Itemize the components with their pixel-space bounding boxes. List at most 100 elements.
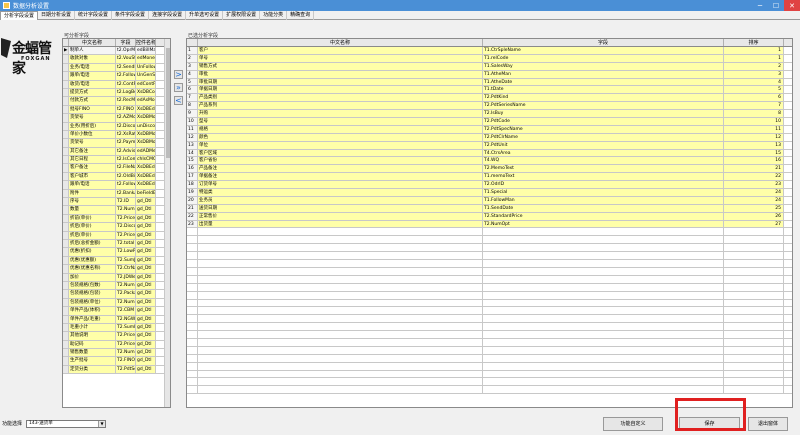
cell-control[interactable]: XsDBMoney <box>136 114 156 122</box>
table-row[interactable]: 8 产品系列 T2.PdtSeriesName 7 <box>187 102 792 111</box>
cell-field[interactable]: t2.XsRate <box>116 130 136 139</box>
cell-field[interactable]: t2.BankAddr <box>116 189 136 198</box>
table-row[interactable] <box>187 354 792 363</box>
table-row[interactable]: ▶制单人t2.OprManedBillMan <box>63 47 170 56</box>
table-row[interactable]: 折后(单价)T2.PriceDisgd_Dtl <box>63 231 170 240</box>
cell-field[interactable]: T2.NumReq <box>116 349 136 357</box>
cell-field[interactable]: T1.AtheDate <box>483 78 724 86</box>
table-row[interactable]: 单件产品(体积) T2.CBM gd_Dtl <box>63 307 170 316</box>
cell-control[interactable]: edAsMone <box>136 97 156 105</box>
cell-field[interactable]: t2.LogBookId <box>116 88 136 97</box>
cell-field[interactable]: T2.LowPrice <box>116 248 136 256</box>
maximize-button[interactable]: ☐ <box>768 0 784 11</box>
cell-cname[interactable]: 优惠(折扣) <box>69 248 116 256</box>
cell-order[interactable]: 16 <box>724 157 784 165</box>
table-row[interactable]: 5 审批日期 T1.AtheDate 4 <box>187 78 792 87</box>
cell-cname[interactable]: 送货日期 <box>198 204 483 212</box>
table-row[interactable] <box>187 267 792 276</box>
cell-control[interactable]: gd_Dtl <box>136 239 156 248</box>
cell-cname[interactable]: 客户城市 <box>69 172 116 181</box>
cell-cname[interactable]: 跟单/电话 <box>69 72 116 80</box>
cell-control[interactable]: gd_Dtl <box>136 357 156 365</box>
cell-cname[interactable]: 附件 <box>69 189 116 198</box>
table-row[interactable]: 收款对象t2.VouStateedMoneyObj <box>63 55 170 64</box>
cell-control[interactable]: edMoneyObj <box>136 55 156 63</box>
cell-cname[interactable] <box>198 236 483 244</box>
function-select[interactable]: 143-送货单 ▼ <box>26 420 106 428</box>
cell-order[interactable]: 24 <box>724 196 784 204</box>
cell-field[interactable]: T2.MemoText <box>483 165 724 173</box>
table-row[interactable] <box>187 386 792 395</box>
table-row[interactable]: 其他说明T2.PriceMemgd_Dtl <box>63 332 170 341</box>
table-row[interactable]: 1 客户 T1.CtrSpleName 1 <box>187 47 792 55</box>
cell-field[interactable]: T2.Price <box>116 214 136 223</box>
cell-field[interactable] <box>483 323 724 331</box>
cell-control[interactable]: XsDBEdit1 <box>136 181 156 189</box>
minimize-button[interactable]: ─ <box>752 0 768 11</box>
cell-cname[interactable]: 优惠(优惠名称) <box>69 265 116 273</box>
cell-order[interactable]: 5 <box>724 86 784 94</box>
cell-field[interactable]: T1.FollowMan <box>483 196 724 204</box>
table-row[interactable]: 21 送货日期 T1.SendDate 25 <box>187 204 792 213</box>
cell-field[interactable]: T2.PdtSort <box>116 365 136 374</box>
cell-cname[interactable]: 货架号 <box>69 114 116 122</box>
cell-field[interactable]: T2.NumPacks <box>116 298 136 307</box>
tab-stat-settings[interactable]: 统计字段设置 <box>75 11 113 20</box>
cell-cname[interactable]: 单价小数位 <box>69 130 116 139</box>
cell-field[interactable]: t2.AZMoney <box>116 114 136 122</box>
table-row[interactable]: 6 单据日期 T1.tDate 5 <box>187 86 792 95</box>
cell-field[interactable] <box>483 378 724 386</box>
cell-cname[interactable]: 单据日期 <box>198 86 483 94</box>
table-row[interactable]: 18 订货单号 T2.OdrID 23 <box>187 181 792 190</box>
table-row[interactable]: 单价小数位t2.XsRateXsDBMoney <box>63 130 170 140</box>
table-row[interactable]: 折前(单价) T2.Price gd_Dtl <box>63 214 170 224</box>
cell-field[interactable]: T2.IsBuy <box>483 110 724 118</box>
cell-field[interactable]: T2.CBM <box>116 307 136 315</box>
table-row[interactable]: 提货方式t2.LogBookIdXsDBCombo <box>63 88 170 98</box>
table-row[interactable]: 7 产品类别 T2.PdtKind 6 <box>187 94 792 103</box>
cell-cname[interactable]: 客户备注 <box>69 164 116 172</box>
cell-field[interactable]: T2.PdtUnit <box>483 141 724 149</box>
table-row[interactable]: 折后(总折金额) T2.total gd_Dtl <box>63 239 170 249</box>
cell-cname[interactable] <box>198 338 483 346</box>
cell-cname[interactable]: 产品类别 <box>198 94 483 102</box>
available-fields-scrollbar[interactable] <box>164 39 170 407</box>
cell-cname[interactable]: 助记码 <box>69 340 116 349</box>
tab-date-settings[interactable]: 日期分析设置 <box>38 11 76 20</box>
tab-condition-settings[interactable]: 条件字段设置 <box>112 11 150 20</box>
cell-cname[interactable]: 折前(单价) <box>69 214 116 223</box>
cell-control[interactable]: gd_Dtl <box>136 349 156 357</box>
cell-order[interactable]: 8 <box>724 110 784 118</box>
table-row[interactable]: 包装规格(包装)T2.PackageTgd_Dtl <box>63 290 170 299</box>
cell-field[interactable]: t2.RecMoney <box>116 97 136 105</box>
cell-cname[interactable]: 定货分类 <box>69 365 116 374</box>
tab-field-settings[interactable]: 分析字段设置 <box>0 11 39 20</box>
cell-cname[interactable]: 制单人 <box>69 47 116 55</box>
cell-order[interactable] <box>724 267 784 275</box>
table-row[interactable] <box>187 299 792 308</box>
cell-control[interactable]: gd_Dtl <box>136 281 156 290</box>
cell-cname[interactable] <box>198 362 483 370</box>
cell-field[interactable]: t2.Advising <box>116 147 136 156</box>
cell-order[interactable] <box>724 386 784 394</box>
cell-order[interactable] <box>724 346 784 354</box>
cell-control[interactable]: edBillMan <box>136 47 156 55</box>
cell-field[interactable]: t2.VouState <box>116 55 136 63</box>
table-row[interactable] <box>187 338 792 347</box>
cell-field[interactable]: T2.SumNGWei <box>116 323 136 332</box>
cell-field[interactable]: t2.ContPhone <box>116 80 136 88</box>
cell-order[interactable]: 3 <box>724 70 784 78</box>
cell-field[interactable]: T2.NGWeight <box>116 315 136 323</box>
cell-field[interactable]: T1.tDate <box>483 86 724 94</box>
cell-cname[interactable] <box>198 315 483 323</box>
cell-field[interactable] <box>483 299 724 307</box>
cell-control[interactable]: gd_Dtl <box>136 323 156 332</box>
table-row[interactable]: 跟单/电话t2.FollowManXsDBEdit1 <box>63 181 170 190</box>
cell-order[interactable]: 10 <box>724 118 784 125</box>
cell-cname[interactable]: 订货单号 <box>198 181 483 189</box>
cell-field[interactable] <box>483 307 724 315</box>
cell-cname[interactable]: 数量 <box>69 206 116 214</box>
cell-field[interactable] <box>483 260 724 267</box>
cell-order[interactable]: 27 <box>724 220 784 228</box>
table-row[interactable] <box>187 275 792 284</box>
